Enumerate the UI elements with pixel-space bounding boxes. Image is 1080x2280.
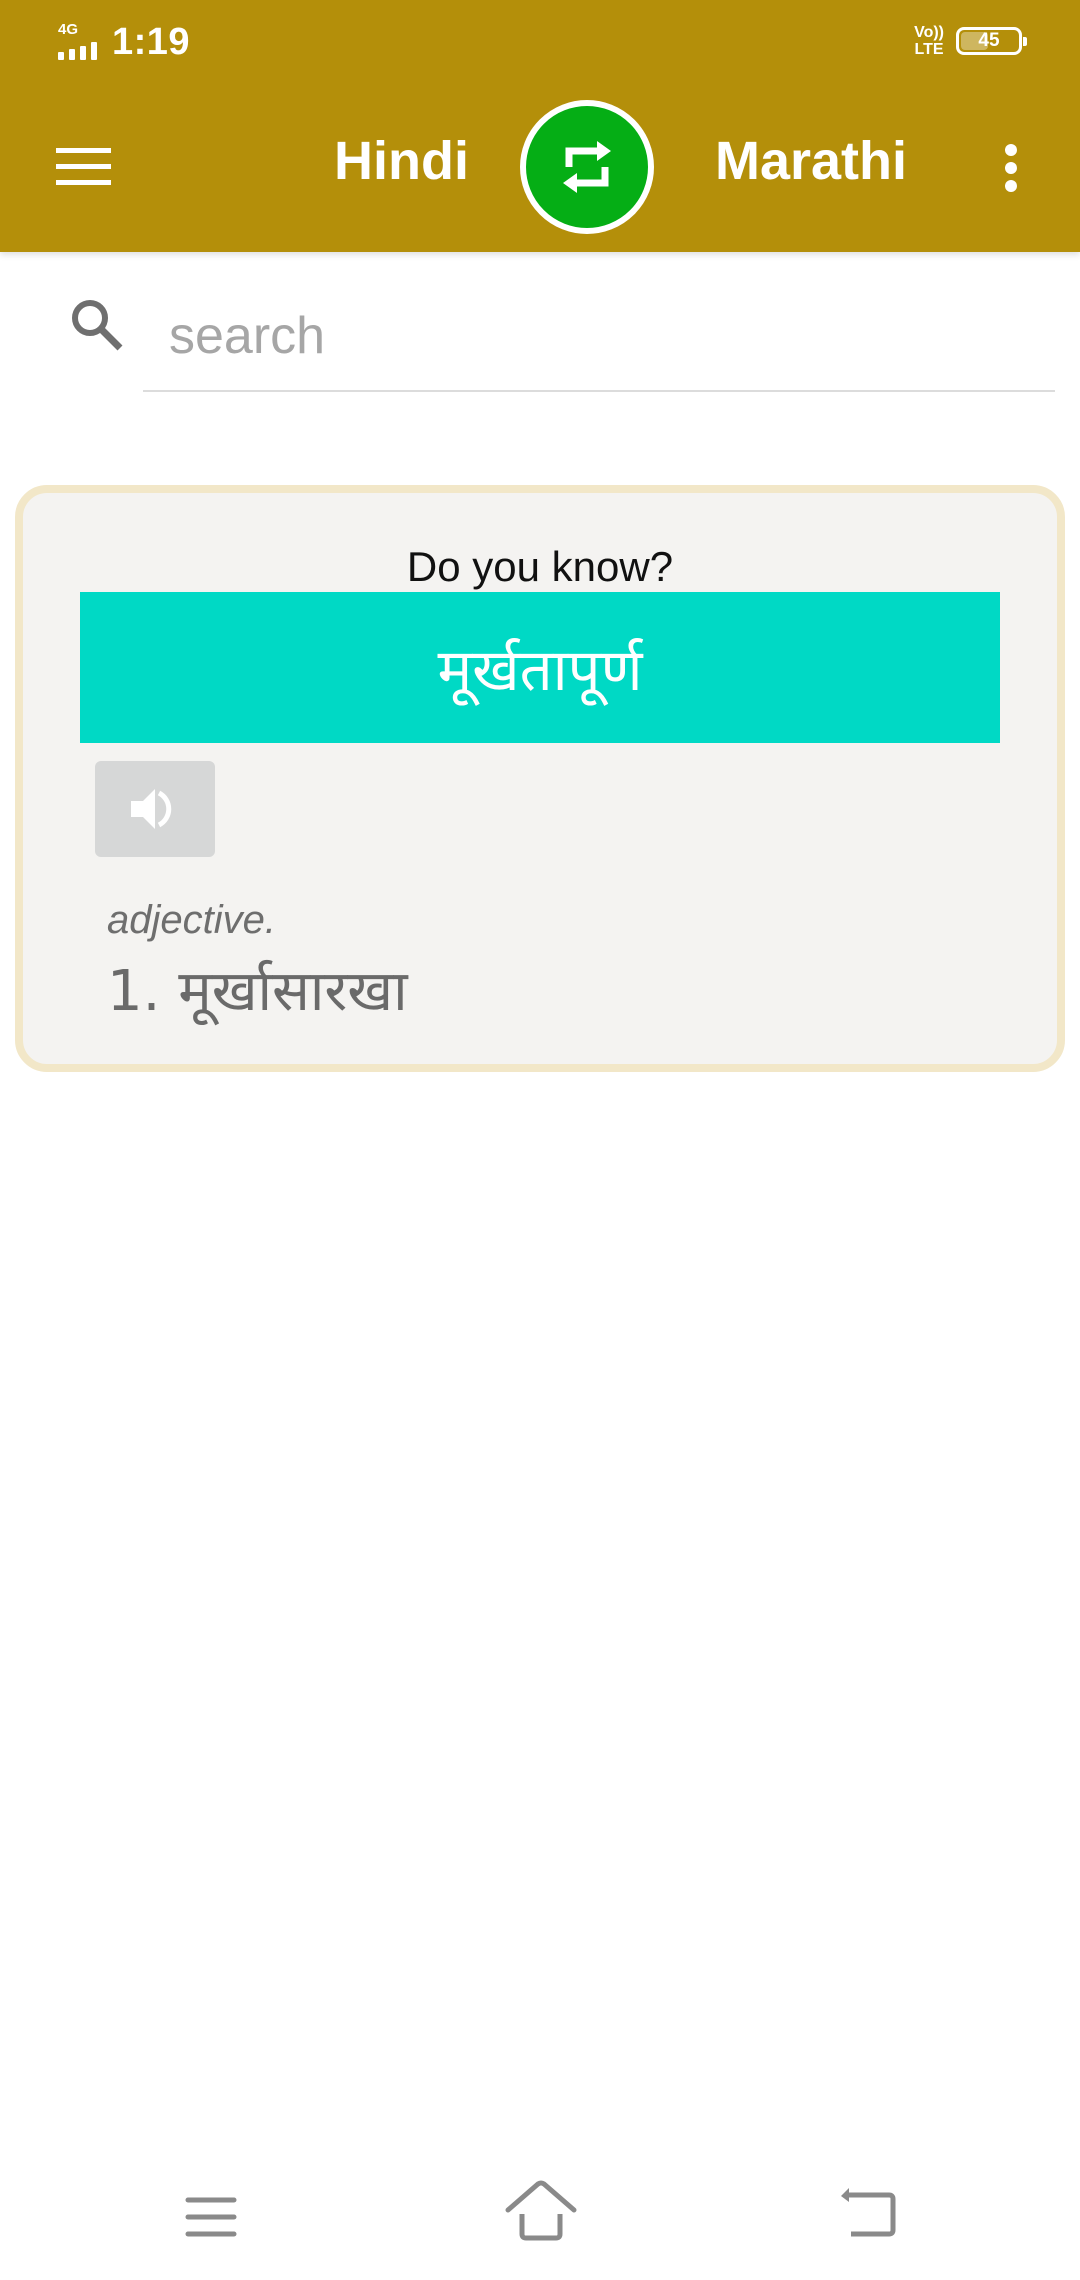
- part-of-speech: adjective.: [107, 898, 276, 942]
- back-icon: [841, 2188, 896, 2237]
- recents-icon: [185, 2197, 237, 2237]
- app-bar: 4G 1:19 Vo)) LTE 45 Hindi Marathi: [0, 0, 1080, 252]
- network-type: 4G: [58, 21, 79, 38]
- word-banner: मूर्खतापूर्ण: [80, 592, 1000, 743]
- hamburger-menu-icon[interactable]: [50, 140, 116, 192]
- system-nav-bar: [0, 2140, 1080, 2280]
- search-icon: [72, 300, 123, 351]
- search-input[interactable]: [143, 282, 1055, 392]
- word-of-day-card: Do you know? मूर्खतापूर्ण adjective. 1. …: [15, 485, 1065, 1072]
- volte-bottom: LTE: [914, 41, 944, 58]
- volte-icon: Vo)) LTE: [914, 24, 944, 58]
- search-bar: [0, 270, 1080, 400]
- featured-word: मूर्खतापूर्ण: [437, 636, 643, 704]
- more-vertical-icon[interactable]: [998, 140, 1028, 196]
- clock: 1:19: [112, 20, 191, 63]
- status-bar-right: Vo)) LTE 45: [914, 24, 1027, 58]
- status-bar-left: 4G 1:19: [58, 20, 190, 64]
- speak-button[interactable]: [95, 761, 215, 857]
- swap-arrows-icon: [563, 141, 611, 193]
- home-button[interactable]: [496, 2180, 586, 2250]
- source-language-button[interactable]: Hindi: [334, 130, 469, 192]
- card-title: Do you know?: [406, 543, 674, 590]
- signal-icon: 4G: [58, 22, 104, 62]
- battery-level: 45: [978, 30, 1000, 51]
- volte-top: Vo)): [914, 24, 944, 41]
- meaning-item: 1. मूर्खासारखा: [107, 959, 408, 1024]
- speaker-icon: [131, 789, 172, 829]
- back-button[interactable]: [825, 2180, 915, 2250]
- target-language-button[interactable]: Marathi: [715, 130, 907, 192]
- swap-languages-button[interactable]: [520, 100, 654, 234]
- recents-button[interactable]: [166, 2180, 256, 2250]
- home-icon: [505, 2180, 577, 2241]
- battery-icon: 45: [956, 27, 1027, 55]
